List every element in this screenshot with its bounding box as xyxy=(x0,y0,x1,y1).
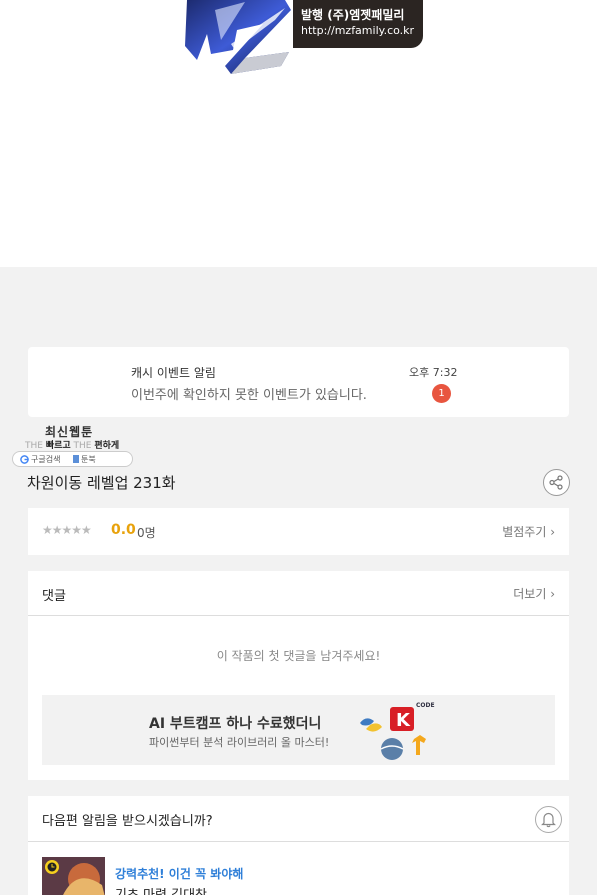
event-notification[interactable]: 캐시 이벤트 알림 이번주에 확인하지 못한 이벤트가 있습니다. 오후 7:3… xyxy=(28,347,569,417)
share-icon xyxy=(549,475,563,490)
pill-site-label: 툰북 xyxy=(81,455,96,464)
book-icon xyxy=(73,455,79,463)
alert-header: 다음편 알림을 받으시겠습니까? xyxy=(28,796,569,842)
recommend-tag: 강력추천! 이건 꼭 봐야해 xyxy=(115,867,244,881)
tag-fast: 빠르고 xyxy=(45,441,71,451)
rating-score: 0.0 xyxy=(111,522,136,538)
comments-title: 댓글 xyxy=(42,589,66,604)
thumbnail-art xyxy=(42,857,105,895)
rate-button[interactable]: 별점주기 › xyxy=(502,523,555,540)
notification-badge: 1 xyxy=(432,384,451,403)
tag-the-2: THE xyxy=(73,441,92,451)
comments-header: 댓글 더보기 › xyxy=(28,571,569,616)
publisher-name: 발행 (주)엠젯패밀리 xyxy=(301,8,405,22)
notification-title: 캐시 이벤트 알림 xyxy=(131,366,216,380)
ad-title: AI 부트캠프 하나 수료했더니 xyxy=(149,716,322,732)
episode-title: 차원이동 레벨업 231화 xyxy=(27,474,176,492)
comments-more-link[interactable]: 더보기 › xyxy=(513,585,555,602)
publisher-url: http://mzfamily.co.kr xyxy=(301,24,415,37)
recommend-thumbnail[interactable] xyxy=(42,857,105,895)
ad-tech-logos: CODE K xyxy=(360,702,435,760)
bell-icon xyxy=(541,812,556,828)
comments-card: 댓글 더보기 › 이 작품의 첫 댓글을 남겨주세요! AI 부트캠프 하나 수… xyxy=(28,571,569,780)
recommend-title[interactable]: 기초 마력 김대찬 xyxy=(115,884,207,895)
notification-body: 이번주에 확인하지 못한 이벤트가 있습니다. xyxy=(131,388,367,403)
tag-the-1: THE xyxy=(25,441,43,451)
webtoon-search-pill[interactable]: 구글검색 툰북 xyxy=(12,451,133,467)
tag-easy: 편하게 xyxy=(94,441,120,451)
rating-card: ★★★★★ 0.0 0명 별점주기 › xyxy=(28,508,569,555)
rating-stars[interactable]: ★★★★★ xyxy=(42,523,92,537)
top-area: 발행 (주)엠젯패밀리 http://mzfamily.co.kr xyxy=(0,0,597,267)
pill-search-label: 구글검색 xyxy=(31,455,61,464)
webtoon-badge-tagline: THE 빠르고 THE 편하게 xyxy=(25,438,119,451)
next-episode-alert-card: 다음편 알림을 받으시겠습니까? 강력추천! 이건 꼭 봐야해 기초 마력 김대… xyxy=(28,796,569,895)
ad-subtitle: 파이썬부터 분석 라이브러리 올 마스터! xyxy=(149,736,330,749)
google-icon xyxy=(20,455,29,464)
alert-toggle-button[interactable] xyxy=(535,806,562,833)
svg-text:K: K xyxy=(396,710,411,731)
ad-mini-logo: CODE xyxy=(416,702,435,709)
comments-empty-message: 이 작품의 첫 댓글을 남겨주세요! xyxy=(216,649,381,663)
alert-title: 다음편 알림을 받으시겠습니까? xyxy=(42,814,213,829)
ad-banner[interactable]: AI 부트캠프 하나 수료했더니 파이썬부터 분석 라이브러리 올 마스터! C… xyxy=(42,695,555,765)
mz-logo xyxy=(185,0,293,74)
share-button[interactable] xyxy=(543,469,570,496)
notification-time: 오후 7:32 xyxy=(409,366,458,379)
rating-count: 0명 xyxy=(137,526,156,540)
